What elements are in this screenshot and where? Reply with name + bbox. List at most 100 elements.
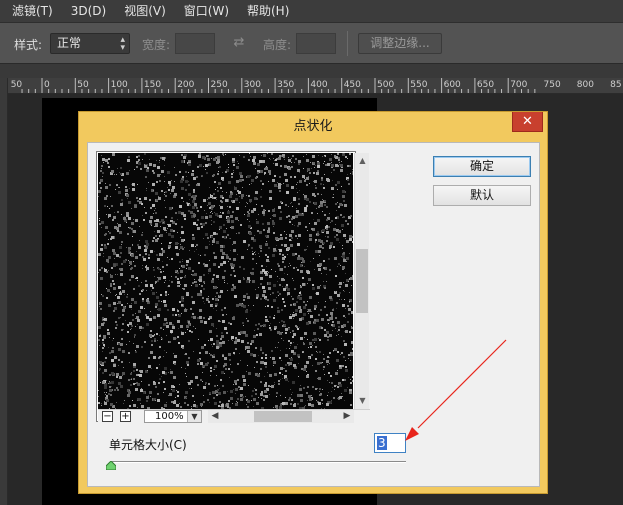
preview-dot bbox=[160, 157, 162, 159]
preview-dot bbox=[104, 361, 106, 363]
preview-dot bbox=[307, 339, 308, 340]
refine-edge-button[interactable]: 调整边缘... bbox=[358, 33, 442, 54]
preview-dot bbox=[241, 256, 244, 259]
vertical-scroll-thumb[interactable] bbox=[356, 249, 368, 313]
horizontal-scroll-thumb[interactable] bbox=[254, 411, 312, 422]
preview-dot bbox=[232, 244, 233, 245]
preview-dot bbox=[311, 228, 313, 230]
preview-dot bbox=[345, 220, 347, 222]
preview-dot bbox=[98, 196, 99, 197]
preview-dot bbox=[284, 375, 287, 378]
close-button[interactable]: ✕ bbox=[512, 112, 543, 132]
preview-dot bbox=[131, 228, 133, 230]
preview-dot bbox=[184, 402, 186, 404]
preview-dot bbox=[192, 170, 194, 172]
preview-dot bbox=[168, 372, 169, 373]
width-input[interactable] bbox=[175, 33, 215, 54]
menu-help[interactable]: 帮助(H) bbox=[238, 0, 298, 22]
preview-dot bbox=[101, 244, 103, 246]
preview-dot bbox=[107, 162, 109, 164]
menu-3d[interactable]: 3D(D) bbox=[62, 0, 115, 22]
preview-dot bbox=[336, 359, 339, 362]
preview-dot bbox=[135, 390, 136, 391]
preview-dot bbox=[210, 317, 211, 318]
preview-dot bbox=[246, 195, 247, 196]
preview-dot bbox=[260, 277, 263, 280]
preview-dot bbox=[105, 397, 106, 398]
preview-dot bbox=[144, 207, 145, 208]
preview-dot bbox=[313, 322, 314, 323]
preview-dot bbox=[236, 207, 239, 210]
preview-dot bbox=[98, 402, 100, 404]
menu-view[interactable]: 视图(V) bbox=[115, 0, 175, 22]
preview-dot bbox=[173, 376, 176, 379]
preview-dot bbox=[178, 211, 181, 214]
preview-dot bbox=[156, 181, 158, 183]
preview-dot bbox=[171, 389, 172, 390]
preview-dot bbox=[124, 216, 125, 217]
scroll-down-icon[interactable]: ▼ bbox=[355, 393, 370, 409]
ok-button[interactable]: 确定 bbox=[433, 156, 531, 177]
preview-dot bbox=[336, 210, 337, 211]
filter-preview[interactable] bbox=[98, 153, 353, 409]
menu-filter[interactable]: 滤镜(T) bbox=[0, 0, 62, 22]
scroll-up-icon[interactable]: ▲ bbox=[355, 153, 370, 169]
scroll-right-icon[interactable]: ▶ bbox=[340, 410, 354, 423]
preview-dot bbox=[289, 362, 292, 365]
cell-size-input[interactable]: 3 bbox=[374, 433, 406, 453]
height-input[interactable] bbox=[296, 33, 336, 54]
preview-dot bbox=[177, 219, 178, 220]
preview-dot bbox=[137, 400, 138, 401]
scroll-left-icon[interactable]: ◀ bbox=[208, 410, 222, 423]
preview-dot bbox=[342, 248, 343, 249]
preview-dot bbox=[185, 398, 186, 399]
preview-dot bbox=[144, 245, 146, 247]
preview-dot bbox=[347, 321, 349, 323]
preview-dot bbox=[148, 254, 150, 256]
default-button[interactable]: 默认 bbox=[433, 185, 531, 206]
preview-dot bbox=[339, 292, 341, 294]
preview-dot bbox=[223, 261, 226, 264]
preview-dot bbox=[101, 405, 102, 406]
preview-dot bbox=[344, 389, 347, 392]
preview-dot bbox=[298, 306, 301, 309]
slider-thumb-icon[interactable] bbox=[106, 461, 116, 470]
preview-dot bbox=[226, 237, 227, 238]
preview-dot bbox=[155, 303, 158, 306]
preview-dot bbox=[126, 172, 129, 175]
preview-vertical-scrollbar[interactable]: ▲ ▼ bbox=[354, 153, 369, 409]
preview-dot bbox=[165, 216, 167, 218]
preview-dot bbox=[182, 347, 184, 349]
preview-dot bbox=[163, 392, 164, 393]
preview-dot bbox=[137, 200, 139, 202]
preview-dot bbox=[341, 256, 342, 257]
preview-dot bbox=[195, 284, 198, 287]
preview-dot bbox=[146, 396, 149, 399]
preview-dot bbox=[174, 193, 177, 196]
preview-dot bbox=[145, 314, 147, 316]
preview-dot bbox=[220, 406, 221, 407]
preview-dot bbox=[283, 279, 285, 281]
preview-dot bbox=[284, 173, 287, 176]
zoom-select[interactable]: 100% ▼ bbox=[144, 410, 202, 423]
preview-dot bbox=[108, 239, 109, 240]
preview-dot bbox=[109, 389, 112, 392]
preview-dot bbox=[203, 367, 204, 368]
menu-window[interactable]: 窗口(W) bbox=[175, 0, 238, 22]
preview-dot bbox=[209, 207, 211, 209]
preview-dot bbox=[106, 214, 107, 215]
style-select[interactable]: 正常 ▴ ▾ bbox=[50, 33, 130, 54]
swap-arrows-icon[interactable]: ⇄ bbox=[232, 33, 246, 53]
zoom-out-button[interactable]: − bbox=[102, 411, 113, 422]
preview-horizontal-scrollbar[interactable]: ◀ ▶ bbox=[208, 410, 354, 423]
preview-dot bbox=[144, 164, 145, 165]
preview-dot bbox=[244, 214, 245, 215]
preview-dot bbox=[129, 322, 132, 325]
preview-dot bbox=[247, 320, 249, 322]
preview-dot bbox=[142, 327, 144, 329]
zoom-in-button[interactable]: + bbox=[120, 411, 131, 422]
cell-size-slider[interactable] bbox=[112, 461, 406, 463]
preview-dot bbox=[168, 181, 171, 184]
preview-dot bbox=[280, 165, 282, 167]
preview-dot bbox=[253, 335, 256, 338]
